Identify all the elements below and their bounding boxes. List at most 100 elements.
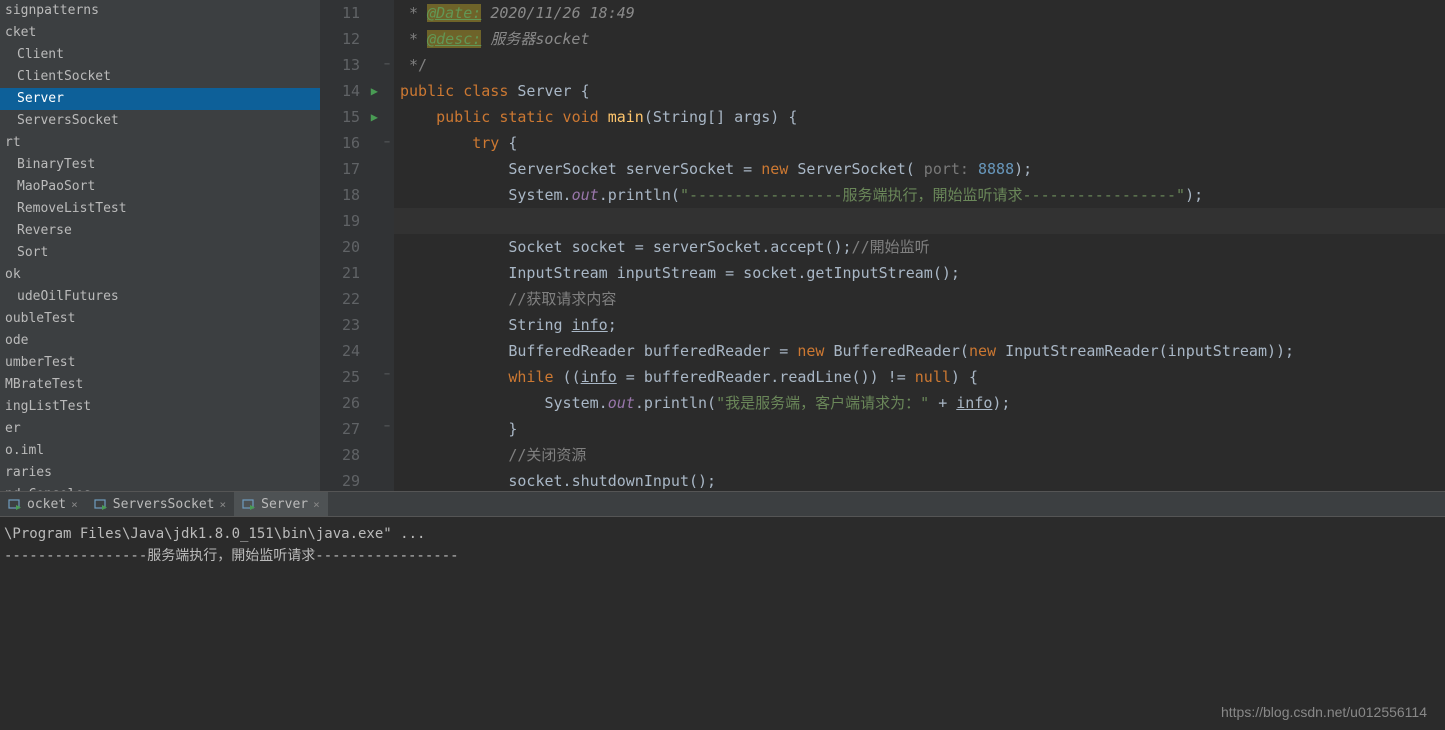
tree-item-o.iml[interactable]: o.iml [0,440,320,462]
gutter-line-26[interactable]: 26 [320,390,380,416]
editor-gutter[interactable]: 11121314▶15▶1617181920212223242526272829 [320,0,380,491]
gutter-line-14[interactable]: 14▶ [320,78,380,104]
gutter-line-21[interactable]: 21 [320,260,380,286]
tree-item-removelisttest[interactable]: RemoveListTest [0,198,320,220]
code-line-20[interactable]: Socket socket = serverSocket.accept();//… [394,234,1445,260]
code-line-11[interactable]: * @Date: 2020/11/26 18:49 [394,0,1445,26]
run-tab-serverssocket[interactable]: ServersSocket × [86,492,234,516]
gutter-line-28[interactable]: 28 [320,442,380,468]
code-line-19[interactable] [394,208,1445,234]
tree-item-maopaosort[interactable]: MaoPaoSort [0,176,320,198]
tree-item-client[interactable]: Client [0,44,320,66]
tree-item-server[interactable]: Server [0,88,320,110]
gutter-line-12[interactable]: 12 [320,26,380,52]
fold-marker[interactable]: − [380,414,394,440]
tree-item-ode[interactable]: ode [0,330,320,352]
gutter-line-19[interactable]: 19 [320,208,380,234]
code-line-22[interactable]: //获取请求内容 [394,286,1445,312]
code-line-17[interactable]: ServerSocket serverSocket = new ServerSo… [394,156,1445,182]
run-console[interactable]: \Program Files\Java\jdk1.8.0_151\bin\jav… [0,517,1445,730]
tree-item-clientsocket[interactable]: ClientSocket [0,66,320,88]
gutter-line-17[interactable]: 17 [320,156,380,182]
fold-marker[interactable] [380,336,394,362]
tree-item-inglisttest[interactable]: ingListTest [0,396,320,418]
fold-marker[interactable] [380,310,394,336]
gutter-line-13[interactable]: 13 [320,52,380,78]
fold-marker[interactable]: − [380,129,394,155]
tree-item-ok[interactable]: ok [0,264,320,286]
gutter-line-22[interactable]: 22 [320,286,380,312]
run-icon[interactable]: ▶ [371,78,378,104]
run-tab-label: ocket [27,497,66,512]
fold-marker[interactable] [380,439,394,465]
run-config-icon [8,497,22,511]
code-line-26[interactable]: System.out.println("我是服务端，客户端请求为：" + inf… [394,390,1445,416]
run-tabs[interactable]: ocket ×ServersSocket ×Server × [0,491,1445,517]
tree-item-signpatterns[interactable]: signpatterns [0,0,320,22]
tree-item-nd consoles[interactable]: nd Consoles [0,484,320,491]
code-content[interactable]: * @Date: 2020/11/26 18:49 * @desc: 服务器so… [394,0,1445,491]
tree-item-raries[interactable]: raries [0,462,320,484]
tree-item-oubletest[interactable]: oubleTest [0,308,320,330]
code-line-18[interactable]: System.out.println("-----------------服务端… [394,182,1445,208]
code-line-27[interactable]: } [394,416,1445,442]
tree-item-er[interactable]: er [0,418,320,440]
tree-item-binarytest[interactable]: BinaryTest [0,154,320,176]
tree-item-rt[interactable]: rt [0,132,320,154]
fold-marker[interactable] [380,103,394,129]
fold-marker[interactable] [380,181,394,207]
tree-item-udeoilfutures[interactable]: udeOilFutures [0,286,320,308]
tree-item-serverssocket[interactable]: ServersSocket [0,110,320,132]
project-tree[interactable]: signpatternscketClientClientSocketServer… [0,0,320,491]
close-icon[interactable]: × [71,498,78,511]
tree-item-mbratetest[interactable]: MBrateTest [0,374,320,396]
gutter-line-24[interactable]: 24 [320,338,380,364]
fold-marker[interactable]: − [380,362,394,388]
gutter-line-18[interactable]: 18 [320,182,380,208]
code-line-28[interactable]: //关闭资源 [394,442,1445,468]
tree-item-sort[interactable]: Sort [0,242,320,264]
tree-item-cket[interactable]: cket [0,22,320,44]
code-editor[interactable]: 11121314▶15▶1617181920212223242526272829… [320,0,1445,491]
fold-marker[interactable] [380,155,394,181]
fold-marker[interactable] [380,207,394,233]
tree-item-umbertest[interactable]: umberTest [0,352,320,374]
console-line-0: \Program Files\Java\jdk1.8.0_151\bin\jav… [0,523,1445,545]
run-config-icon [94,497,108,511]
fold-marker[interactable] [380,0,394,26]
close-icon[interactable]: × [313,498,320,511]
gutter-line-11[interactable]: 11 [320,0,380,26]
code-line-12[interactable]: * @desc: 服务器socket [394,26,1445,52]
fold-marker[interactable] [380,465,394,491]
fold-column[interactable]: − − − − [380,0,394,491]
code-line-16[interactable]: try { [394,130,1445,156]
watermark: https://blog.csdn.net/u012556114 [1221,704,1427,720]
gutter-line-20[interactable]: 20 [320,234,380,260]
gutter-line-25[interactable]: 25 [320,364,380,390]
code-line-14[interactable]: public class Server { [394,78,1445,104]
code-line-13[interactable]: */ [394,52,1445,78]
tree-item-reverse[interactable]: Reverse [0,220,320,242]
gutter-line-27[interactable]: 27 [320,416,380,442]
run-tab-ocket[interactable]: ocket × [0,492,86,516]
fold-marker[interactable] [380,233,394,259]
code-line-29[interactable]: socket.shutdownInput(); [394,468,1445,491]
close-icon[interactable]: × [220,498,227,511]
fold-marker[interactable] [380,388,394,414]
gutter-line-23[interactable]: 23 [320,312,380,338]
fold-marker[interactable]: − [380,52,394,78]
fold-marker[interactable] [380,26,394,52]
run-tab-server[interactable]: Server × [234,492,328,516]
gutter-line-15[interactable]: 15▶ [320,104,380,130]
run-icon[interactable]: ▶ [371,104,378,130]
code-line-25[interactable]: while ((info = bufferedReader.readLine()… [394,364,1445,390]
fold-marker[interactable] [380,78,394,104]
code-line-24[interactable]: BufferedReader bufferedReader = new Buff… [394,338,1445,364]
gutter-line-16[interactable]: 16 [320,130,380,156]
fold-marker[interactable] [380,258,394,284]
code-line-21[interactable]: InputStream inputStream = socket.getInpu… [394,260,1445,286]
code-line-23[interactable]: String info; [394,312,1445,338]
code-line-15[interactable]: public static void main(String[] args) { [394,104,1445,130]
gutter-line-29[interactable]: 29 [320,468,380,494]
fold-marker[interactable] [380,284,394,310]
